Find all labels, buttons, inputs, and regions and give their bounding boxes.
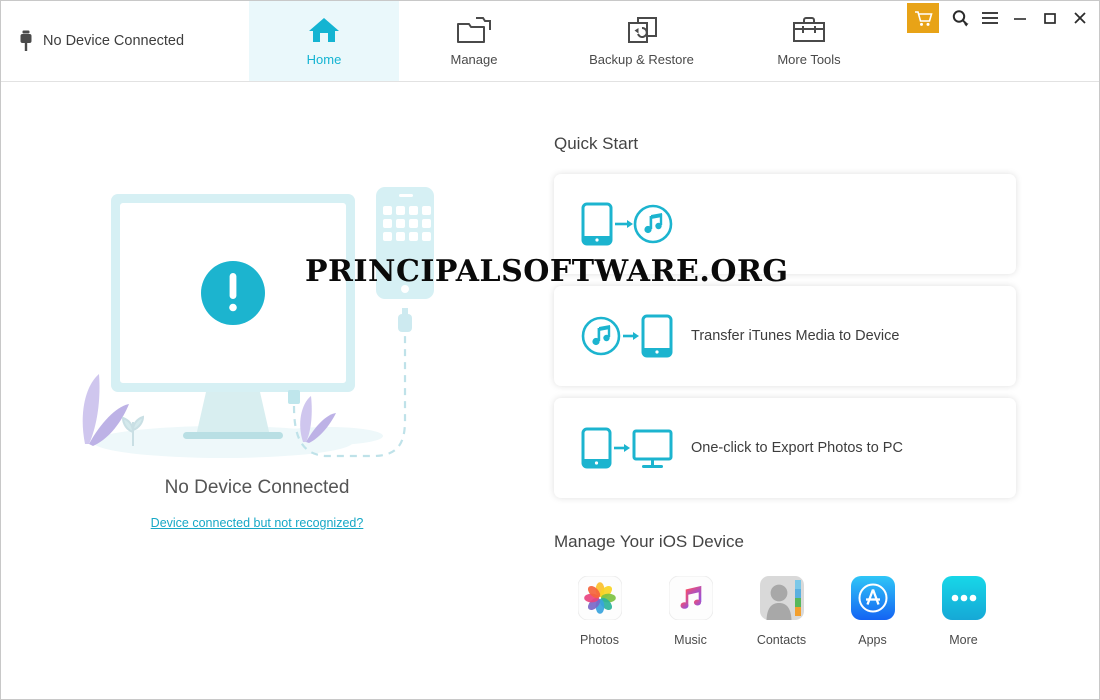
manage-item-music[interactable]: Music bbox=[645, 575, 736, 647]
main-tabs: Home Manage Backup & Restore More Tools bbox=[249, 1, 884, 81]
top-toolbar: No Device Connected Home Manage Backup &… bbox=[1, 1, 1099, 82]
device-to-itunes-icon bbox=[581, 201, 691, 247]
tab-backup-restore-label: Backup & Restore bbox=[589, 52, 694, 67]
folders-icon bbox=[456, 15, 492, 45]
toolbox-icon bbox=[791, 15, 827, 45]
minimize-icon[interactable] bbox=[1005, 3, 1035, 33]
manage-item-apps[interactable]: Apps bbox=[827, 576, 918, 647]
quick-start-title: Quick Start bbox=[554, 134, 639, 153]
manage-item-photos[interactable]: Photos bbox=[554, 575, 645, 647]
tab-manage[interactable]: Manage bbox=[399, 1, 549, 81]
no-device-title: No Device Connected bbox=[164, 477, 350, 498]
tab-home[interactable]: Home bbox=[249, 1, 399, 81]
manage-device-grid: Photos Music Contacts Apps More bbox=[554, 575, 1016, 647]
tab-more-tools-label: More Tools bbox=[777, 52, 841, 67]
device-status-label: No Device Connected bbox=[43, 33, 185, 49]
shopping-cart-icon[interactable] bbox=[907, 3, 939, 33]
manage-item-music-label: Music bbox=[674, 633, 707, 647]
tab-manage-label: Manage bbox=[450, 52, 498, 67]
app-window: No Device Connected Home Manage Backup &… bbox=[0, 0, 1100, 700]
quick-start-card-itunes-to-device[interactable]: Transfer iTunes Media to Device bbox=[554, 286, 1016, 386]
manage-item-more[interactable]: More bbox=[918, 576, 1009, 647]
window-controls bbox=[907, 1, 1099, 35]
quick-start-card-export-photos[interactable]: One-click to Export Photos to PC bbox=[554, 398, 1016, 498]
tab-home-label: Home bbox=[306, 52, 342, 67]
manage-item-contacts[interactable]: Contacts bbox=[736, 576, 827, 647]
close-icon[interactable] bbox=[1065, 3, 1095, 33]
quick-start-card-device-to-itunes[interactable] bbox=[554, 174, 1016, 274]
quick-start-card-2-label: Transfer iTunes Media to Device bbox=[691, 328, 900, 344]
lightning-connector-icon bbox=[19, 30, 33, 52]
manage-item-apps-label: Apps bbox=[858, 633, 887, 647]
photos-app-icon bbox=[577, 575, 622, 625]
device-status: No Device Connected bbox=[1, 1, 249, 81]
search-icon[interactable] bbox=[945, 3, 975, 33]
hamburger-menu-icon[interactable] bbox=[975, 3, 1005, 33]
right-pane: Quick Start Transfer iTunes Media to Dev… bbox=[513, 82, 1099, 699]
manage-item-photos-label: Photos bbox=[580, 633, 619, 647]
device-not-recognized-link[interactable]: Device connected but not recognized? bbox=[1, 516, 513, 530]
itunes-to-device-icon bbox=[581, 313, 691, 359]
tab-more-tools[interactable]: More Tools bbox=[734, 1, 884, 81]
backup-restore-icon bbox=[625, 15, 659, 45]
left-pane: No Device Connected Device connected but… bbox=[1, 82, 513, 699]
quick-start-card-3-label: One-click to Export Photos to PC bbox=[691, 440, 903, 456]
home-icon bbox=[307, 15, 341, 45]
tab-backup-restore[interactable]: Backup & Restore bbox=[549, 1, 734, 81]
maximize-icon[interactable] bbox=[1035, 3, 1065, 33]
appstore-app-icon bbox=[850, 576, 895, 625]
more-dots-icon bbox=[941, 576, 986, 625]
manage-item-contacts-label: Contacts bbox=[756, 633, 807, 647]
manage-item-more-label: More bbox=[949, 633, 978, 647]
manage-device-title: Manage Your iOS Device bbox=[554, 532, 744, 551]
device-to-pc-icon bbox=[581, 425, 691, 471]
music-app-icon bbox=[668, 575, 713, 625]
disconnected-device-illustration bbox=[63, 174, 453, 479]
contacts-app-icon bbox=[759, 576, 804, 625]
main-content: No Device Connected Device connected but… bbox=[1, 82, 1099, 699]
